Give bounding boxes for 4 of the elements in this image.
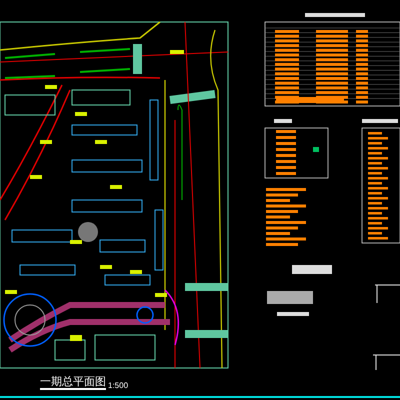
notes-list-drawing — [266, 188, 306, 246]
drawing-title: 一期总平面图 — [40, 375, 106, 390]
scale-label: 1:500 — [108, 381, 128, 390]
legend-table-drawing — [264, 119, 328, 178]
